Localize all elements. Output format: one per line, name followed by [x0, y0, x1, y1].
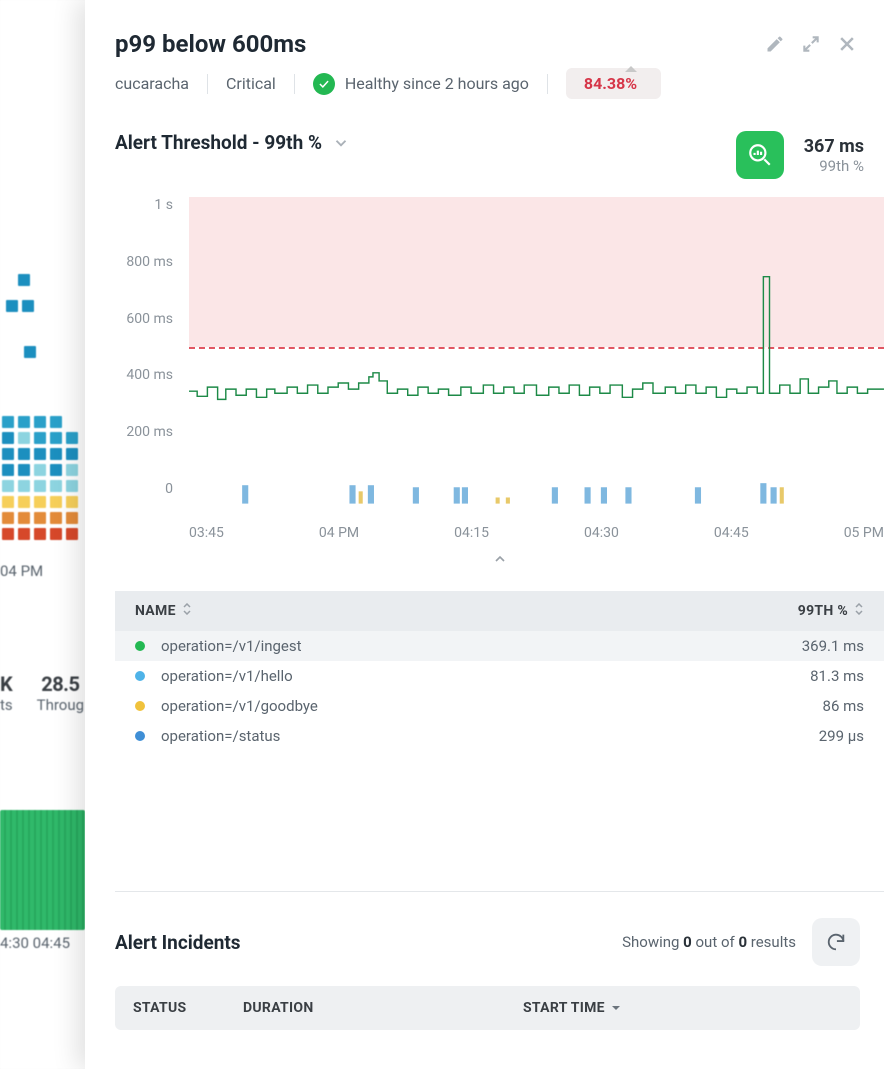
expand-icon	[801, 34, 821, 54]
col-start-header[interactable]: START TIME	[523, 1000, 842, 1016]
metric-readout: 367 ms 99th %	[804, 136, 864, 175]
incidents-table-header: STATUS DURATION START TIME	[115, 986, 860, 1030]
y-axis: 1 s 800 ms 600 ms 400 ms 200 ms 0	[115, 197, 177, 517]
op-name: operation=/v1/goodbye	[161, 697, 724, 715]
y-tick: 600 ms	[126, 311, 173, 327]
y-tick: 0	[165, 481, 173, 497]
table-row[interactable]: operation=/v1/ingest369.1 ms	[115, 631, 884, 661]
table-row[interactable]: operation=/v1/goodbye86 ms	[115, 691, 884, 721]
search-chart-icon	[747, 142, 773, 168]
col-name-header[interactable]: NAME	[135, 603, 724, 619]
detail-panel: p99 below 600ms cucaracha Critical Healt…	[85, 0, 884, 1069]
sort-icon	[854, 603, 864, 619]
x-axis: 03:45 04 PM 04:15 04:30 04:45 05 PM	[115, 517, 884, 541]
severity-label: Critical	[226, 74, 276, 93]
x-tick: 04 PM	[319, 525, 359, 541]
separator	[207, 74, 208, 94]
y-tick: 400 ms	[126, 367, 173, 383]
service-name[interactable]: cucaracha	[115, 74, 189, 93]
op-value: 299 µs	[724, 727, 864, 745]
bg-kpi: K ts 28.5 Throug	[0, 672, 85, 714]
close-icon	[837, 34, 857, 54]
table-row[interactable]: operation=/v1/hello81.3 ms	[115, 661, 884, 691]
alert-title: p99 below 600ms	[115, 30, 752, 58]
latency-chart[interactable]: 1 s 800 ms 600 ms 400 ms 200 ms 0	[115, 197, 884, 517]
table-header: NAME 99TH %	[115, 591, 884, 631]
bg-x-label: 04 PM	[0, 562, 43, 580]
separator	[294, 74, 295, 94]
chart-line	[189, 197, 884, 504]
y-tick: 800 ms	[126, 254, 173, 270]
series-dot	[135, 731, 145, 741]
incidents-title: Alert Incidents	[115, 931, 606, 954]
y-tick: 200 ms	[126, 424, 173, 440]
chevron-up-icon	[492, 551, 508, 567]
edit-button[interactable]	[762, 31, 788, 57]
col-status-header[interactable]: STATUS	[133, 1000, 243, 1016]
x-tick: 04:45	[714, 525, 749, 541]
op-name: operation=/v1/ingest	[161, 637, 724, 655]
check-circle-icon	[313, 73, 335, 95]
chart-title-dropdown[interactable]: Alert Threshold - 99th %	[115, 131, 350, 154]
x-tick: 04:30	[584, 525, 619, 541]
chevron-down-icon	[332, 134, 350, 152]
series-dot	[135, 671, 145, 681]
status-text: Healthy since 2 hours ago	[345, 74, 529, 93]
series-dot	[135, 641, 145, 651]
series-dot	[135, 701, 145, 711]
table-row[interactable]: operation=/status299 µs	[115, 721, 884, 751]
y-tick: 1 s	[154, 197, 173, 213]
close-button[interactable]	[834, 31, 860, 57]
collapse-handle[interactable]	[115, 551, 884, 571]
bg-x-label-2: 4:30 04:45	[0, 934, 70, 952]
op-value: 81.3 ms	[724, 667, 864, 685]
col-value-header[interactable]: 99TH %	[724, 603, 864, 619]
operations-table: NAME 99TH % operation=/v1/ingest369.1 ms…	[115, 591, 884, 751]
op-name: operation=/v1/hello	[161, 667, 724, 685]
refresh-icon	[825, 931, 847, 953]
pencil-icon	[765, 34, 785, 54]
expand-button[interactable]	[798, 31, 824, 57]
sort-desc-icon	[611, 1003, 621, 1013]
metric-value: 367 ms	[804, 136, 864, 157]
plot-area	[189, 197, 884, 517]
op-value: 369.1 ms	[724, 637, 864, 655]
chart-title-text: Alert Threshold - 99th %	[115, 131, 322, 154]
view-in-explorer-button[interactable]	[736, 131, 784, 179]
refresh-button[interactable]	[812, 918, 860, 966]
sort-icon	[182, 603, 192, 619]
bg-heatmap	[0, 260, 85, 550]
col-duration-header[interactable]: DURATION	[243, 1000, 523, 1016]
op-name: operation=/status	[161, 727, 724, 745]
x-tick: 03:45	[189, 525, 224, 541]
x-tick: 05 PM	[844, 525, 884, 541]
metric-label: 99th %	[804, 157, 864, 175]
separator	[547, 74, 548, 94]
bg-sparkbar	[0, 810, 85, 930]
op-value: 86 ms	[724, 697, 864, 715]
error-pct-badge[interactable]: 84.38%	[566, 68, 661, 99]
x-tick: 04:15	[454, 525, 489, 541]
incidents-summary: Showing 0 out of 0 results	[622, 933, 796, 951]
alert-incidents-section: Alert Incidents Showing 0 out of 0 resul…	[115, 891, 884, 1030]
health-status: Healthy since 2 hours ago	[313, 73, 529, 95]
